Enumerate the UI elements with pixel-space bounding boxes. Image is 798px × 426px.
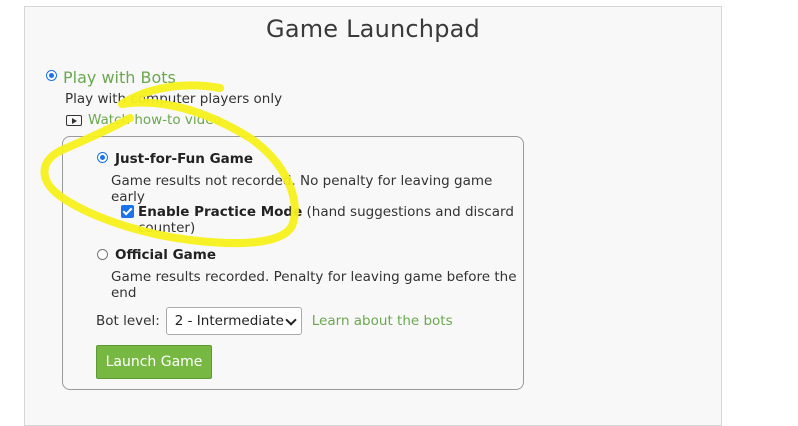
- official-game-title[interactable]: Official Game: [115, 247, 216, 263]
- watch-video-link[interactable]: Watch how-to video: [66, 112, 222, 128]
- learn-about-bots-link[interactable]: Learn about the bots: [312, 313, 453, 329]
- play-with-bots-description: Play with computer players only: [65, 91, 283, 107]
- play-with-bots-label[interactable]: Play with Bots: [63, 68, 176, 87]
- chevron-down-icon: [285, 313, 297, 326]
- video-play-icon: [66, 114, 82, 126]
- official-game-description: Game results recorded. Penalty for leavi…: [111, 269, 517, 301]
- bot-level-value: 2 - Intermediate: [174, 313, 284, 329]
- watch-video-label[interactable]: Watch how-to video: [88, 112, 222, 128]
- just-for-fun-description: Game results not recorded. No penalty fo…: [111, 173, 493, 205]
- just-for-fun-radio[interactable]: [97, 152, 108, 163]
- page-title: Game Launchpad: [266, 15, 480, 43]
- play-with-bots-radio[interactable]: [46, 70, 57, 81]
- just-for-fun-title[interactable]: Just-for-Fun Game: [115, 151, 253, 167]
- bot-level-row: Bot level: 2 - Intermediate Learn about …: [96, 307, 453, 335]
- practice-mode-label[interactable]: Enable Practice Mode (hand suggestions a…: [138, 204, 523, 236]
- launch-game-button[interactable]: Launch Game: [96, 345, 212, 379]
- bot-level-label: Bot level:: [96, 313, 160, 329]
- game-mode-box: Just-for-Fun Game Game results not recor…: [62, 136, 524, 390]
- launchpad-panel: Game Launchpad Play with Bots Play with …: [24, 6, 722, 426]
- practice-mode-checkbox[interactable]: [121, 205, 134, 218]
- bot-level-select[interactable]: 2 - Intermediate: [165, 307, 302, 335]
- official-game-radio[interactable]: [97, 249, 108, 260]
- practice-mode-title: Enable Practice Mode: [138, 204, 303, 220]
